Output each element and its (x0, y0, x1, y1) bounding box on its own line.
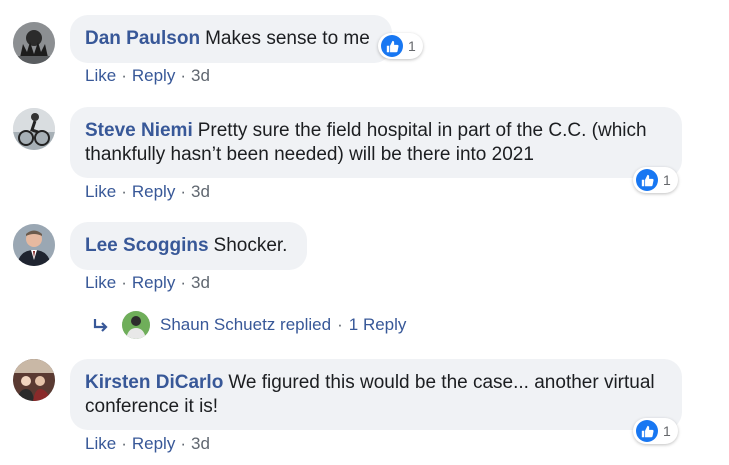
comment-bubble: Lee Scoggins Shocker. (70, 222, 307, 270)
comment-author[interactable]: Kirsten DiCarlo (85, 372, 223, 393)
reply-action-text: replied (280, 315, 332, 334)
like-link[interactable]: Like (85, 434, 116, 453)
like-link[interactable]: Like (85, 273, 116, 292)
like-link[interactable]: Like (85, 66, 116, 85)
separator: · (121, 66, 127, 85)
reply-link[interactable]: Reply (132, 66, 175, 85)
separator: · (180, 182, 186, 201)
man-suit-avatar-icon[interactable] (13, 224, 55, 266)
reaction-count[interactable]: 1 (633, 167, 678, 193)
separator: · (121, 182, 127, 201)
separator: · (121, 434, 127, 453)
timestamp[interactable]: 3d (191, 273, 210, 292)
separator: · (121, 273, 127, 292)
thumbs-up-icon (381, 35, 403, 57)
reply-link[interactable]: Reply (132, 434, 175, 453)
view-replies-link[interactable]: Shaun Schuetz replied · 1 Reply (92, 310, 406, 340)
reply-link[interactable]: Reply (132, 182, 175, 201)
reaction-count[interactable]: 1 (633, 418, 678, 444)
reply-author-avatar (122, 311, 150, 339)
reaction-number: 1 (408, 38, 416, 54)
comment-author[interactable]: Lee Scoggins (85, 235, 209, 256)
thumbs-up-icon (636, 420, 658, 442)
comment-actions: Like · Reply · 3d (85, 434, 210, 454)
comment-bubble: Steve Niemi Pretty sure the field hospita… (70, 107, 682, 178)
comment-bubble: Kirsten DiCarlo We figured this would be … (70, 359, 682, 430)
reaction-number: 1 (663, 172, 671, 188)
comment-author[interactable]: Dan Paulson (85, 28, 200, 49)
group-photo-avatar-icon[interactable] (13, 359, 55, 401)
reply-arrow-icon (92, 316, 110, 334)
thumbs-up-icon (636, 169, 658, 191)
reply-author-name[interactable]: Shaun Schuetz (160, 315, 275, 335)
reaction-number: 1 (663, 423, 671, 439)
cyclist-avatar-icon[interactable] (13, 108, 55, 150)
separator: · (337, 315, 343, 334)
like-link[interactable]: Like (85, 182, 116, 201)
timestamp[interactable]: 3d (191, 182, 210, 201)
reply-count[interactable]: 1 Reply (349, 315, 407, 335)
comment-bubble: Dan Paulson Makes sense to me (70, 15, 392, 63)
separator: · (180, 434, 186, 453)
comment-actions: Like · Reply · 3d (85, 273, 210, 293)
separator: · (180, 273, 186, 292)
comment-actions: Like · Reply · 3d (85, 66, 210, 86)
reaction-count[interactable]: 1 (378, 33, 423, 59)
separator: · (180, 66, 186, 85)
comment-author[interactable]: Steve Niemi (85, 120, 193, 141)
comment-text: Shocker. (213, 235, 288, 256)
reply-link[interactable]: Reply (132, 273, 175, 292)
timestamp[interactable]: 3d (191, 434, 210, 453)
comment-text: Makes sense to me (205, 28, 370, 49)
comment-actions: Like · Reply · 3d (85, 182, 210, 202)
timestamp[interactable]: 3d (191, 66, 210, 85)
hands-avatar-icon[interactable] (13, 22, 55, 64)
